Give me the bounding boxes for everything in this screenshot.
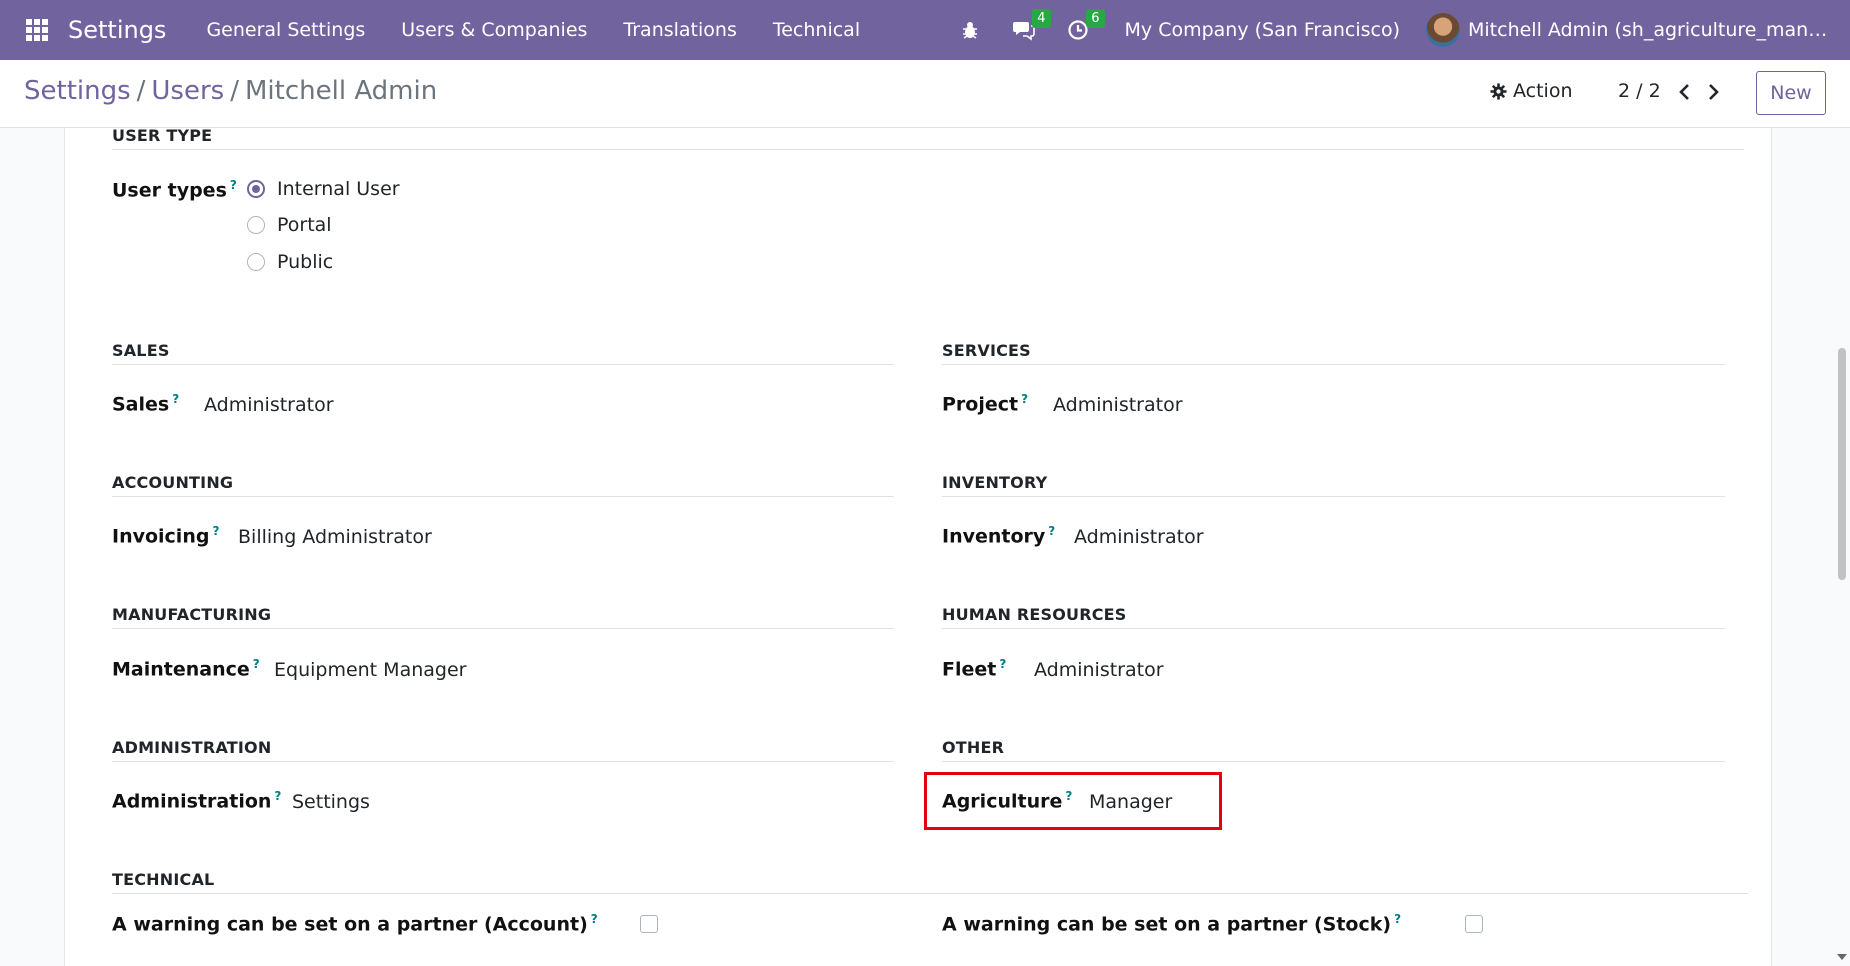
section-other: OTHER (942, 738, 1725, 762)
main-menu: General Settings Users & Companies Trans… (188, 19, 878, 41)
radio-public[interactable]: Public (247, 251, 333, 273)
breadcrumb-current: Mitchell Admin (244, 76, 438, 106)
checkbox-account-warning[interactable] (640, 915, 658, 933)
chat-icon[interactable]: 4 (1011, 9, 1051, 43)
section-inventory: INVENTORY (942, 473, 1725, 497)
help-icon[interactable]: ? (999, 657, 1006, 671)
messages-badge: 4 (1032, 9, 1051, 28)
help-icon[interactable]: ? (274, 789, 281, 803)
field-inventory[interactable]: Administrator (1074, 526, 1204, 548)
field-label-account-warning: A warning can be set on a partner (Accou… (112, 912, 598, 936)
user-name: Mitchell Admin (sh_agriculture_manag... (1468, 19, 1838, 41)
field-label-user-types: User types? (112, 178, 237, 202)
field-label-sales: Sales? (112, 392, 180, 416)
company-switcher[interactable]: My Company (San Francisco) (1125, 19, 1400, 41)
section-manufacturing: MANUFACTURING (112, 605, 894, 629)
scrollbar-thumb[interactable] (1838, 348, 1846, 580)
field-label-invoicing: Invoicing? (112, 524, 220, 548)
help-icon[interactable]: ? (1021, 392, 1028, 406)
highlight-box (924, 772, 1222, 830)
breadcrumb-separator: / (136, 76, 146, 106)
section-user-type: USER TYPE (112, 126, 1744, 150)
help-icon[interactable]: ? (230, 178, 237, 192)
field-fleet[interactable]: Administrator (1034, 659, 1164, 681)
menu-technical[interactable]: Technical (755, 19, 878, 41)
bug-icon[interactable] (957, 17, 983, 43)
action-button[interactable]: Action (1490, 80, 1573, 102)
breadcrumb-users[interactable]: Users (151, 76, 224, 106)
help-icon[interactable]: ? (1048, 524, 1055, 538)
field-project[interactable]: Administrator (1053, 394, 1183, 416)
field-label-inventory: Inventory? (942, 524, 1056, 548)
section-sales: SALES (112, 341, 894, 365)
field-label-administration: Administration? (112, 789, 282, 813)
field-administration[interactable]: Settings (292, 791, 370, 813)
systray: 4 6 My Company (San Francisco) Mitchell … (943, 0, 1850, 60)
field-label-project: Project? (942, 392, 1029, 416)
help-icon[interactable]: ? (1394, 912, 1401, 926)
section-services: SERVICES (942, 341, 1725, 365)
new-button[interactable]: New (1756, 71, 1826, 115)
radio-portal[interactable]: Portal (247, 214, 332, 236)
breadcrumb-separator: / (230, 76, 239, 106)
help-icon[interactable]: ? (212, 524, 219, 538)
breadcrumb: Settings / Users / Mitchell Admin (24, 76, 437, 106)
activities-badge: 6 (1086, 9, 1105, 28)
apps-grid-icon[interactable] (26, 19, 48, 41)
field-label-stock-warning: A warning can be set on a partner (Stock… (942, 912, 1402, 936)
help-icon[interactable]: ? (172, 392, 179, 406)
page-scrollbar[interactable] (1834, 128, 1848, 966)
menu-general-settings[interactable]: General Settings (188, 19, 383, 41)
chevron-right-icon[interactable] (1702, 78, 1726, 106)
section-accounting: ACCOUNTING (112, 473, 894, 497)
pager-value[interactable]: 2 / 2 (1618, 80, 1661, 102)
checkbox-stock-warning[interactable] (1465, 915, 1483, 933)
field-label-maintenance: Maintenance? (112, 657, 260, 681)
avatar (1426, 13, 1460, 47)
help-icon[interactable]: ? (591, 912, 598, 926)
field-label-fleet: Fleet? (942, 657, 1007, 681)
action-label: Action (1513, 80, 1573, 102)
field-maintenance[interactable]: Equipment Manager (274, 659, 466, 681)
app-brand[interactable]: Settings (68, 16, 166, 44)
scroll-down-arrow-icon[interactable] (1837, 954, 1847, 960)
breadcrumb-settings[interactable]: Settings (24, 76, 131, 106)
radio-circle (247, 253, 265, 271)
top-navbar: Settings General Settings Users & Compan… (0, 0, 1850, 60)
control-panel: Settings / Users / Mitchell Admin Action 2 /… (0, 60, 1850, 128)
radio-internal-user[interactable]: Internal User (247, 178, 400, 200)
section-human-resources: HUMAN RESOURCES (942, 605, 1725, 629)
gear-icon (1490, 82, 1507, 100)
field-invoicing[interactable]: Billing Administrator (238, 526, 432, 548)
user-menu[interactable]: Mitchell Admin (sh_agriculture_manag... (1426, 13, 1838, 47)
radio-circle (247, 180, 265, 198)
help-icon[interactable]: ? (253, 657, 260, 671)
menu-translations[interactable]: Translations (605, 19, 754, 41)
radio-circle (247, 216, 265, 234)
chevron-left-icon[interactable] (1672, 78, 1696, 106)
field-sales[interactable]: Administrator (204, 394, 334, 416)
clock-icon[interactable]: 6 (1065, 9, 1105, 43)
menu-users-companies[interactable]: Users & Companies (383, 19, 605, 41)
section-administration: ADMINISTRATION (112, 738, 894, 762)
section-technical: TECHNICAL (112, 870, 1748, 894)
